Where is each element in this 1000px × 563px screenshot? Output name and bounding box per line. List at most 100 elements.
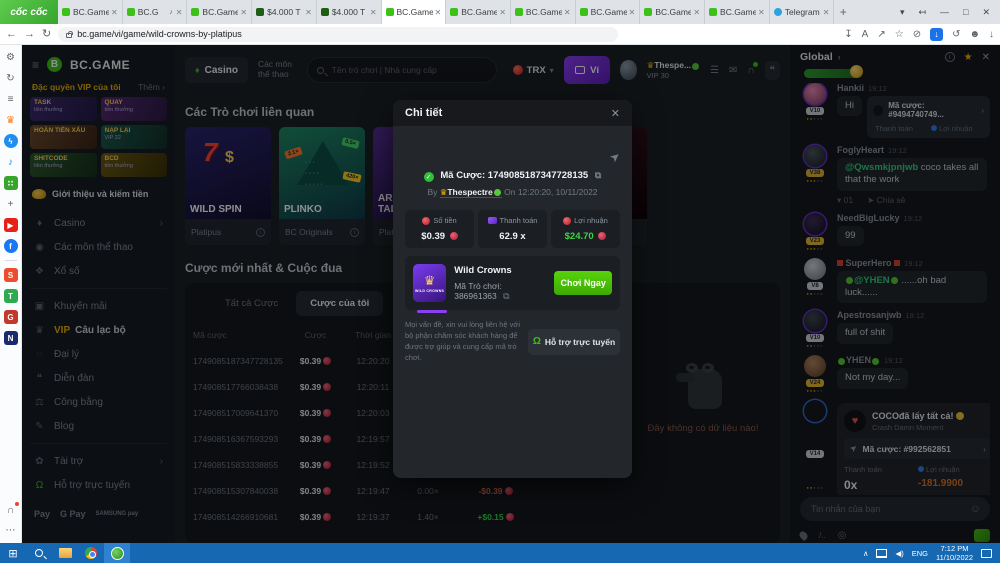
minimize-button[interactable]: — xyxy=(940,7,949,17)
tray-expand-icon[interactable]: ∧ xyxy=(863,549,869,558)
bcgame-favicon xyxy=(450,8,458,16)
save-page-icon[interactable]: ↧ xyxy=(844,29,852,40)
bcgame-favicon xyxy=(62,8,70,16)
browser-tab[interactable]: BC.Game✕ xyxy=(58,0,123,24)
crown-hot-icon[interactable]: ♛ xyxy=(4,113,18,127)
modal-close-icon[interactable]: ✕ xyxy=(611,107,620,120)
forward-icon[interactable]: → xyxy=(24,29,35,40)
browser-tab[interactable]: $4.000 T✕ xyxy=(252,0,317,24)
pin-icon[interactable]: ↤ xyxy=(918,7,926,18)
browser-tab[interactable]: BC.Game✕ xyxy=(446,0,511,24)
live-support-button[interactable]: ΩHỗ trợ trực tuyến xyxy=(528,329,620,355)
tab-close-icon[interactable]: ✕ xyxy=(499,8,506,17)
wild-crowns-thumbnail[interactable]: ♛WILD CROWNS xyxy=(413,264,446,302)
coccoc-logo[interactable]: cốc cốc xyxy=(0,0,58,24)
coin-icon xyxy=(598,232,606,240)
browser-titlebar: cốc cốc BC.Game✕ BC.G♪✕ BC.Game✕ $4.000 … xyxy=(0,0,1000,24)
news-site-icon[interactable]: N xyxy=(4,331,18,345)
browser-tab[interactable]: BC.G♪✕ xyxy=(123,0,188,24)
bcgame-favicon xyxy=(644,8,652,16)
profit-icon xyxy=(563,217,571,225)
active-indicator xyxy=(417,310,447,313)
shopee-icon[interactable]: S xyxy=(4,268,18,282)
address-bar[interactable]: bc.game/vi/game/wild-crowns-by-platipus xyxy=(58,27,618,42)
bookmark-star-icon[interactable]: ☆ xyxy=(895,29,904,40)
more-icon[interactable]: ⋯ xyxy=(4,523,18,537)
coin-icon xyxy=(450,232,458,240)
language-indicator[interactable]: ENG xyxy=(912,549,928,558)
new-tab-button[interactable]: + xyxy=(834,0,852,24)
youtube-icon[interactable]: ▶ xyxy=(4,218,18,232)
adblock-shield-icon[interactable]: ⊘ xyxy=(913,29,921,40)
taskbar-clock[interactable]: 7:12 PM11/10/2022 xyxy=(936,544,973,562)
newsfeed-icon[interactable]: ≡ xyxy=(4,92,18,106)
bell-icon[interactable]: ∩ xyxy=(4,503,18,517)
share-bet-icon[interactable]: ➤ xyxy=(607,148,624,165)
store-icon[interactable]: T xyxy=(4,289,18,303)
tab-close-icon[interactable]: ✕ xyxy=(176,8,183,17)
url-text: bc.game/vi/game/wild-crowns-by-platipus xyxy=(77,29,242,39)
music-icon[interactable]: ♪ xyxy=(4,155,18,169)
file-explorer-icon[interactable] xyxy=(52,543,78,563)
action-center-icon[interactable] xyxy=(981,549,992,558)
window-controls: ▾ ↤ — □ ✕ xyxy=(890,0,1000,24)
tab-label: BC.Game xyxy=(73,7,109,17)
taskbar-search-icon[interactable] xyxy=(26,543,52,563)
lock-icon xyxy=(66,33,72,38)
tab-label: BC.Game xyxy=(397,7,433,17)
facebook-icon[interactable]: f xyxy=(4,239,18,253)
volume-icon[interactable]: ◀) xyxy=(895,549,903,558)
history-icon[interactable]: ↻ xyxy=(4,71,18,85)
download-manager-icon[interactable]: ↓ xyxy=(930,28,943,41)
tab-close-icon[interactable]: ✕ xyxy=(435,8,442,17)
browser-tab[interactable]: BC.Game✕ xyxy=(576,0,641,24)
tab-close-icon[interactable]: ✕ xyxy=(629,8,636,17)
bcgame-favicon xyxy=(515,8,523,16)
tab-close-icon[interactable]: ✕ xyxy=(370,8,377,17)
tab-close-icon[interactable]: ✕ xyxy=(758,8,765,17)
start-button[interactable]: ⊞ xyxy=(0,543,26,563)
browser-tab-active[interactable]: BC.Game✕ xyxy=(382,0,447,24)
close-window-button[interactable]: ✕ xyxy=(982,7,990,18)
tab-close-icon[interactable]: ✕ xyxy=(305,8,312,17)
tab-close-icon[interactable]: ✕ xyxy=(823,8,830,17)
browser-tab[interactable]: $4.000 T✕ xyxy=(317,0,382,24)
downloads-icon[interactable]: ↓ xyxy=(989,29,994,40)
settings-gear-icon[interactable]: ⚙ xyxy=(4,50,18,64)
browser-toolbar-icons: ↧ A ↗ ☆ ⊘ ↓ ↺ ☻ ↓ xyxy=(844,28,994,41)
tab-audio-icon[interactable]: ♪ xyxy=(169,9,173,16)
education-icon[interactable]: G xyxy=(4,310,18,324)
maximize-button[interactable]: □ xyxy=(963,7,968,17)
copy-icon[interactable]: ⧉ xyxy=(503,291,509,301)
browser-tab[interactable]: BC.Game✕ xyxy=(511,0,576,24)
share-icon[interactable]: ↗ xyxy=(877,29,885,40)
tab-close-icon[interactable]: ✕ xyxy=(564,8,571,17)
add-shortcut-icon[interactable]: + xyxy=(4,197,18,211)
frog-emoji xyxy=(494,189,501,196)
tab-search-icon[interactable]: ▾ xyxy=(900,7,905,18)
chrome-icon[interactable] xyxy=(78,543,104,563)
network-icon[interactable] xyxy=(876,549,887,558)
translate-icon[interactable]: A xyxy=(862,29,869,40)
messenger-icon[interactable]: ϟ xyxy=(4,134,18,148)
bet-stats: Số tiền $0.39 Thanh toán 62.9 x Lợi nhuậ… xyxy=(405,210,620,248)
bet-author[interactable]: ♛Thespectre xyxy=(440,187,502,198)
tab-close-icon[interactable]: ✕ xyxy=(693,8,700,17)
sync-icon[interactable]: ↺ xyxy=(952,29,960,40)
system-tray: ∧ ◀) ENG 7:12 PM11/10/2022 xyxy=(863,544,1000,562)
tab-close-icon[interactable]: ✕ xyxy=(111,8,118,17)
reload-icon[interactable]: ↻ xyxy=(42,29,51,40)
copy-icon[interactable]: ⧉ xyxy=(595,170,601,180)
coccoc-taskbar-icon[interactable] xyxy=(104,543,130,563)
back-icon[interactable]: ← xyxy=(6,29,17,40)
stat-amount: Số tiền $0.39 xyxy=(405,210,474,248)
browser-tab[interactable]: Telegram✕ xyxy=(770,0,835,24)
gamepad-icon[interactable]: ∷ xyxy=(4,176,18,190)
profile-icon[interactable]: ☻ xyxy=(969,29,980,40)
browser-tab[interactable]: BC.Game✕ xyxy=(640,0,705,24)
tab-close-icon[interactable]: ✕ xyxy=(240,8,247,17)
tab-label: BC.Game xyxy=(720,7,756,17)
play-now-button[interactable]: Chơi Ngay xyxy=(554,271,612,295)
browser-tab[interactable]: BC.Game✕ xyxy=(187,0,252,24)
browser-tab[interactable]: BC.Game✕ xyxy=(705,0,770,24)
